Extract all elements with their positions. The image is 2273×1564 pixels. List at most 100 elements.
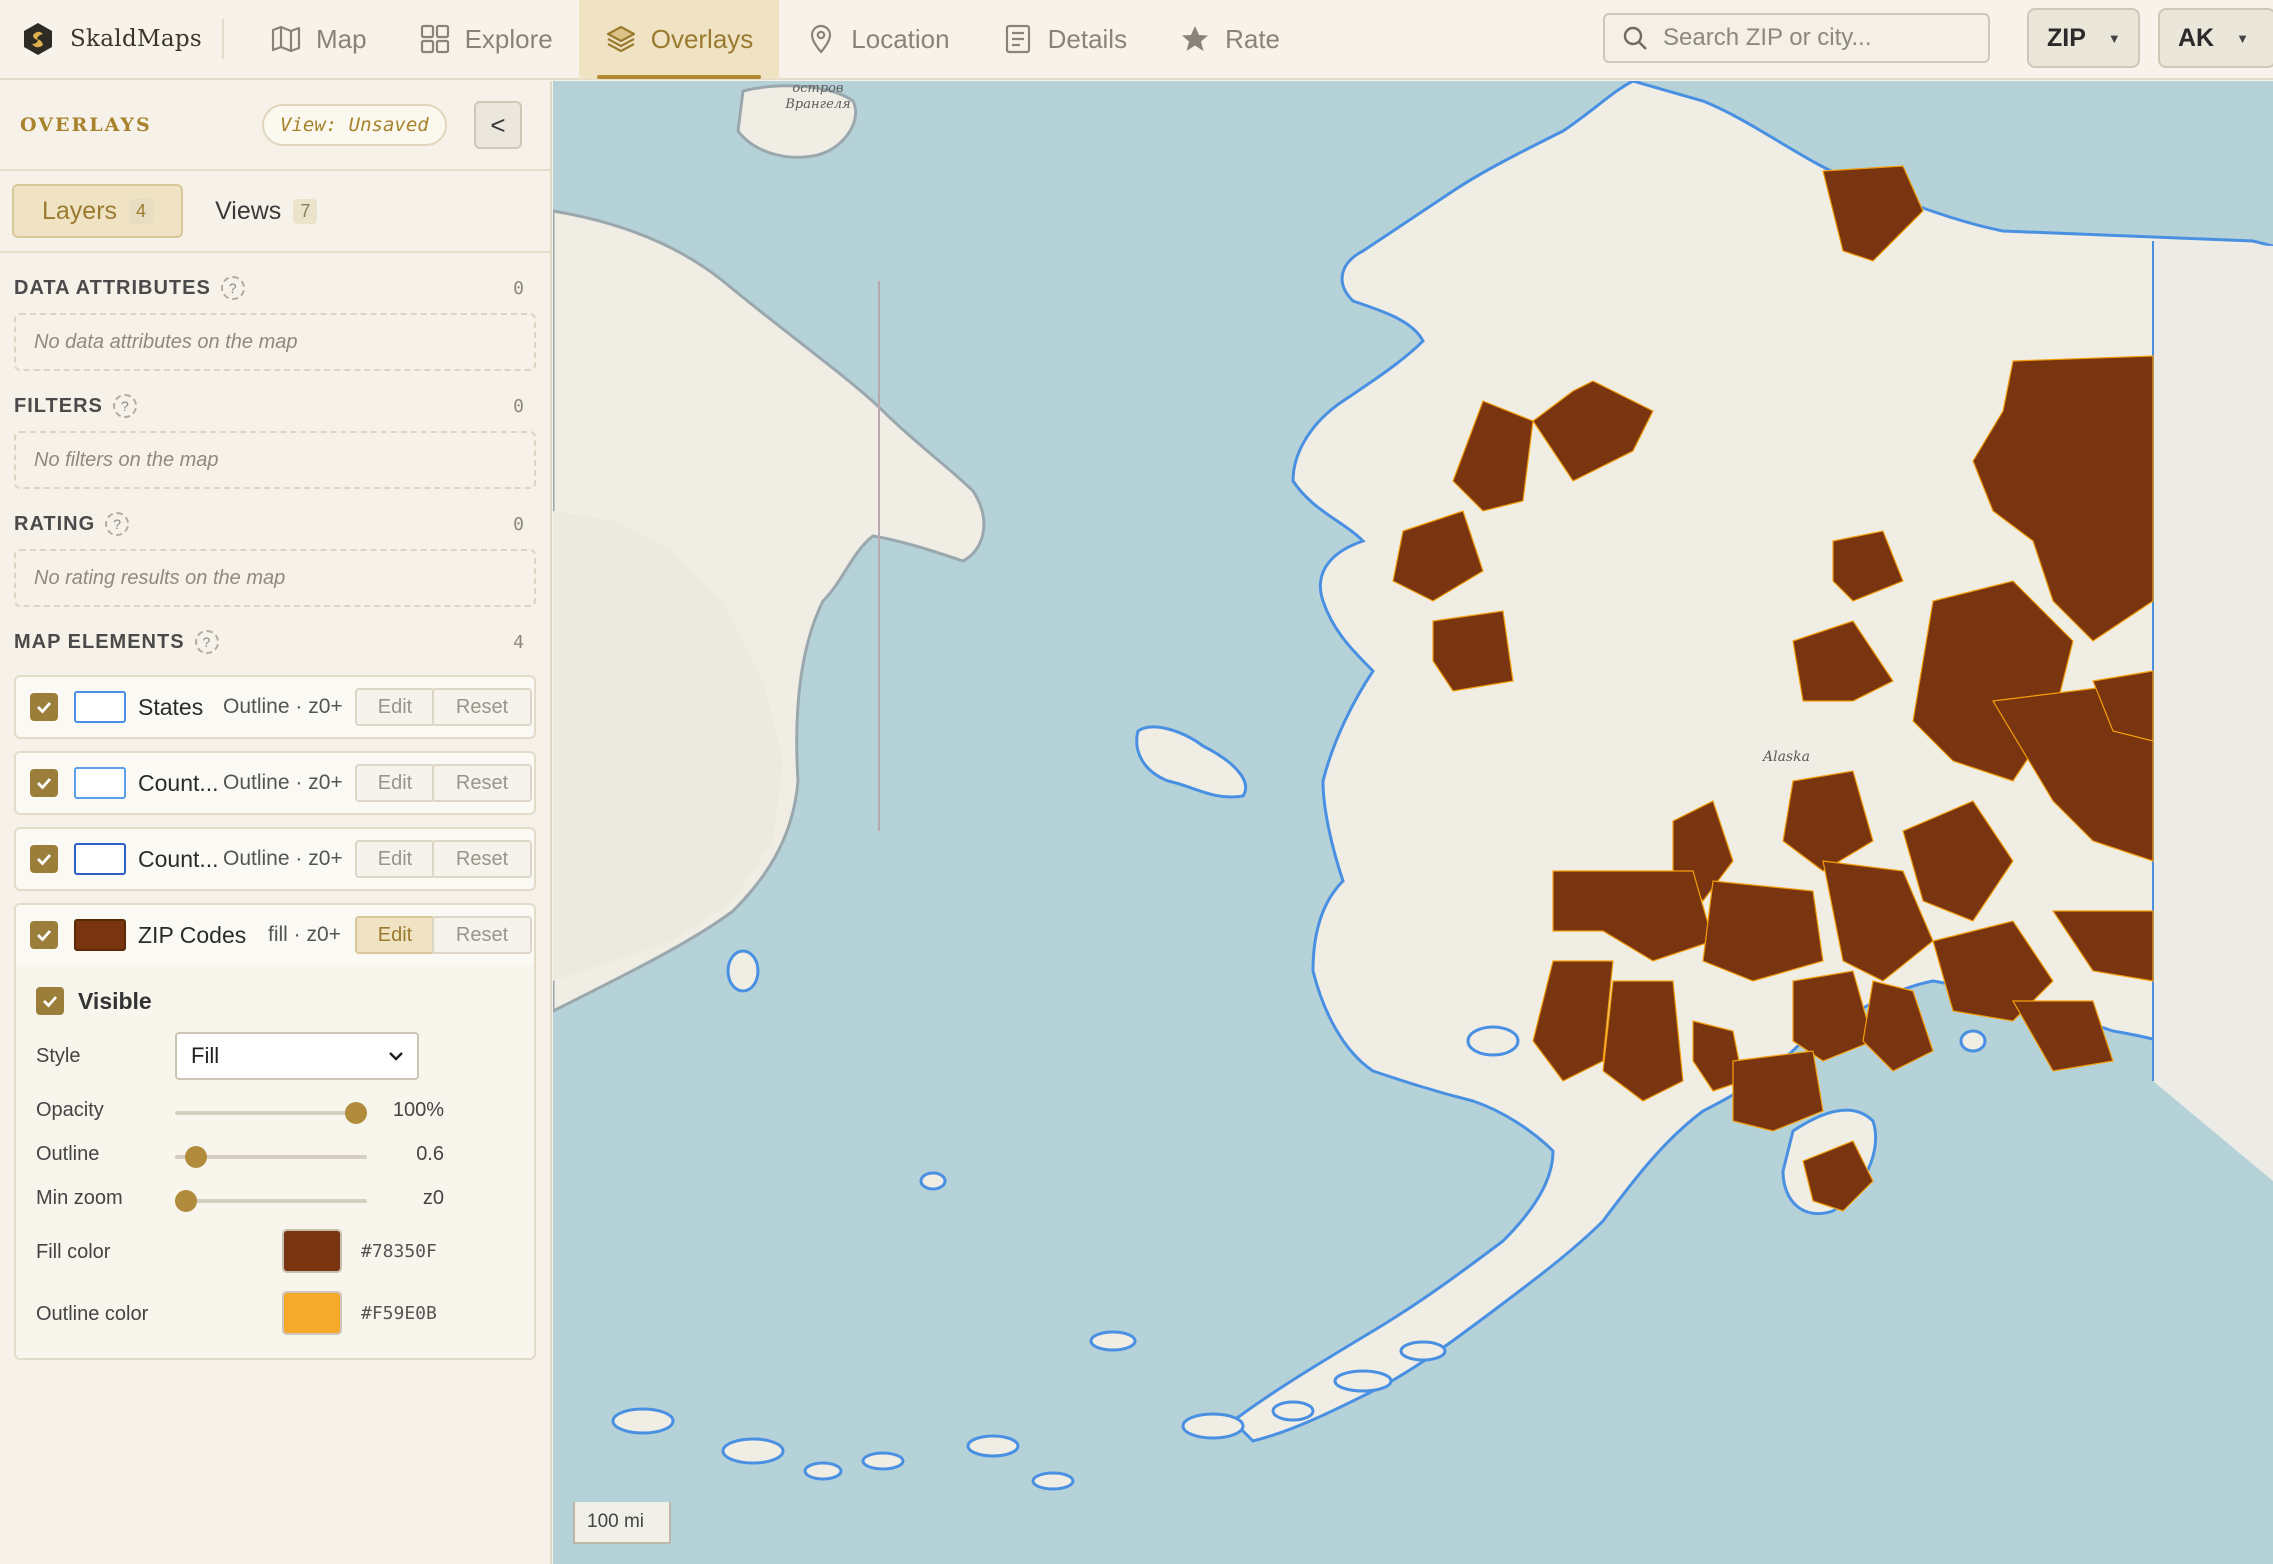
tab-label: Layers: [42, 196, 118, 225]
nav-tab-overlays[interactable]: Overlays: [578, 0, 780, 79]
basemap[interactable]: [553, 81, 2273, 1564]
nav-tab-label: Rate: [1225, 23, 1281, 54]
sidebar-tabs: Layers 4 Views 7: [0, 171, 550, 253]
visible-checkbox[interactable]: [36, 987, 64, 1015]
section-count: 4: [513, 631, 524, 653]
element-name: States: [138, 693, 204, 720]
element-checkbox[interactable]: [30, 769, 58, 797]
visible-toggle[interactable]: Visible: [36, 987, 152, 1015]
nav-tab-explore[interactable]: Explore: [393, 0, 579, 79]
map-element-row[interactable]: Count... Outline · z0+ Edit Reset: [14, 827, 536, 891]
outline-slider[interactable]: [175, 1146, 367, 1168]
brand[interactable]: SkaldMaps: [0, 19, 224, 59]
map-icon: [271, 25, 301, 53]
style-select[interactable]: Fill: [175, 1032, 419, 1080]
help-icon[interactable]: ?: [112, 394, 137, 418]
reset-button[interactable]: Reset: [432, 688, 532, 726]
section-header: DATA ATTRIBUTES ? 0: [14, 267, 536, 309]
outline-label: Outline: [36, 1143, 100, 1165]
element-meta: fill · z0+: [268, 923, 341, 946]
zip-region[interactable]: [1702, 880, 1824, 982]
nav-tab-rate[interactable]: Rate: [1153, 0, 1306, 79]
reset-button[interactable]: Reset: [432, 840, 532, 878]
section-count: 0: [513, 395, 524, 417]
outline-color-label: Outline color: [36, 1303, 149, 1325]
edit-button[interactable]: Edit: [355, 688, 435, 726]
zip-selector[interactable]: ZIP ▼: [2027, 8, 2140, 68]
st-lawrence-island: [1135, 725, 1247, 799]
element-checkbox[interactable]: [30, 693, 58, 721]
nav-tab-details[interactable]: Details: [976, 0, 1153, 79]
empty-state: No data attributes on the map: [14, 313, 536, 371]
map-scale-bar: 100 mi: [573, 1502, 671, 1544]
section-label: FILTERS: [14, 394, 103, 417]
pin-icon: [811, 24, 832, 54]
section-filters: FILTERS ? 0 No filters on the map: [0, 385, 550, 489]
star-icon: [1182, 26, 1209, 51]
search-input[interactable]: [1663, 24, 1983, 52]
slider-handle[interactable]: [185, 1146, 208, 1168]
reset-button[interactable]: Reset: [432, 764, 532, 802]
layers-icon: [606, 25, 635, 53]
nav-tab-label: Map: [315, 23, 367, 54]
outline-color-hex: #F59E0B: [361, 1303, 437, 1324]
map-element-row[interactable]: Count... Outline · z0+ Edit Reset: [14, 751, 536, 815]
nav-tab-map[interactable]: Map: [244, 0, 393, 79]
style-label: Style: [36, 1045, 81, 1067]
element-swatch[interactable]: [74, 691, 126, 723]
help-icon[interactable]: ?: [220, 276, 245, 300]
fill-color-picker[interactable]: [282, 1229, 342, 1273]
section-label: DATA ATTRIBUTES: [14, 276, 211, 299]
element-swatch[interactable]: [74, 919, 126, 951]
edit-button[interactable]: Edit: [355, 840, 435, 878]
opacity-slider[interactable]: [175, 1102, 367, 1124]
nav-tab-label: Location: [851, 23, 950, 54]
check-icon: [37, 702, 52, 714]
view-status-badge[interactable]: View: Unsaved: [262, 104, 447, 146]
min-zoom-slider[interactable]: [175, 1190, 367, 1212]
chevron-down-icon: [389, 1052, 403, 1061]
zip-region[interactable]: [1862, 980, 1934, 1072]
tab-layers[interactable]: Layers 4: [12, 184, 184, 238]
map-element-row[interactable]: States Outline · z0+ Edit Reset: [14, 675, 536, 739]
check-icon: [37, 930, 52, 942]
section-label: RATING: [14, 512, 96, 535]
grid-icon: [420, 24, 449, 54]
reset-button[interactable]: Reset: [432, 916, 532, 954]
help-icon[interactable]: ?: [105, 512, 130, 536]
element-swatch[interactable]: [74, 843, 126, 875]
state-selector[interactable]: AK ▼: [2158, 8, 2273, 68]
section-count: 0: [513, 277, 524, 299]
nav-tab-location[interactable]: Location: [779, 0, 975, 79]
element-swatch[interactable]: [74, 767, 126, 799]
element-name: ZIP Codes: [138, 921, 247, 948]
help-icon[interactable]: ?: [194, 630, 219, 654]
edit-button[interactable]: Edit: [355, 764, 435, 802]
section-label: MAP ELEMENTS: [14, 630, 185, 653]
outline-color-picker[interactable]: [282, 1291, 342, 1335]
tab-views[interactable]: Views 7: [187, 184, 345, 238]
section-map-elements: MAP ELEMENTS ? 4 States Outline · z0+ Ed…: [0, 621, 550, 1360]
zip-selector-label: ZIP: [2047, 23, 2086, 52]
map-canvas[interactable]: остров Врангеля Alaska 100 mi: [553, 81, 2273, 1564]
map-element-row[interactable]: ZIP Codes fill · z0+ Edit Reset: [14, 903, 536, 967]
wrangel-island-label: остров Врангеля: [785, 81, 851, 112]
edit-button[interactable]: Edit: [355, 916, 435, 954]
sidebar-header: OVERLAYS View: Unsaved <: [0, 81, 550, 171]
element-checkbox[interactable]: [30, 845, 58, 873]
empty-state: No filters on the map: [14, 431, 536, 489]
alaska-label: Alaska: [1763, 749, 1810, 765]
nav-tab-label: Explore: [464, 23, 553, 54]
element-checkbox[interactable]: [30, 921, 58, 949]
section-header: FILTERS ? 0: [14, 385, 536, 427]
min-zoom-value: z0: [422, 1187, 444, 1209]
canada-landmass: [2153, 241, 2273, 1181]
zip-region[interactable]: [1732, 1050, 1824, 1132]
section-count: 0: [513, 513, 524, 535]
top-nav-bar: SkaldMaps Map Explore Overlays Location …: [0, 0, 2273, 80]
zip-region[interactable]: [1432, 610, 1514, 692]
slider-handle[interactable]: [175, 1190, 197, 1212]
fill-color-label: Fill color: [36, 1241, 111, 1263]
collapse-sidebar-button[interactable]: <: [474, 101, 522, 149]
check-icon: [37, 778, 52, 790]
